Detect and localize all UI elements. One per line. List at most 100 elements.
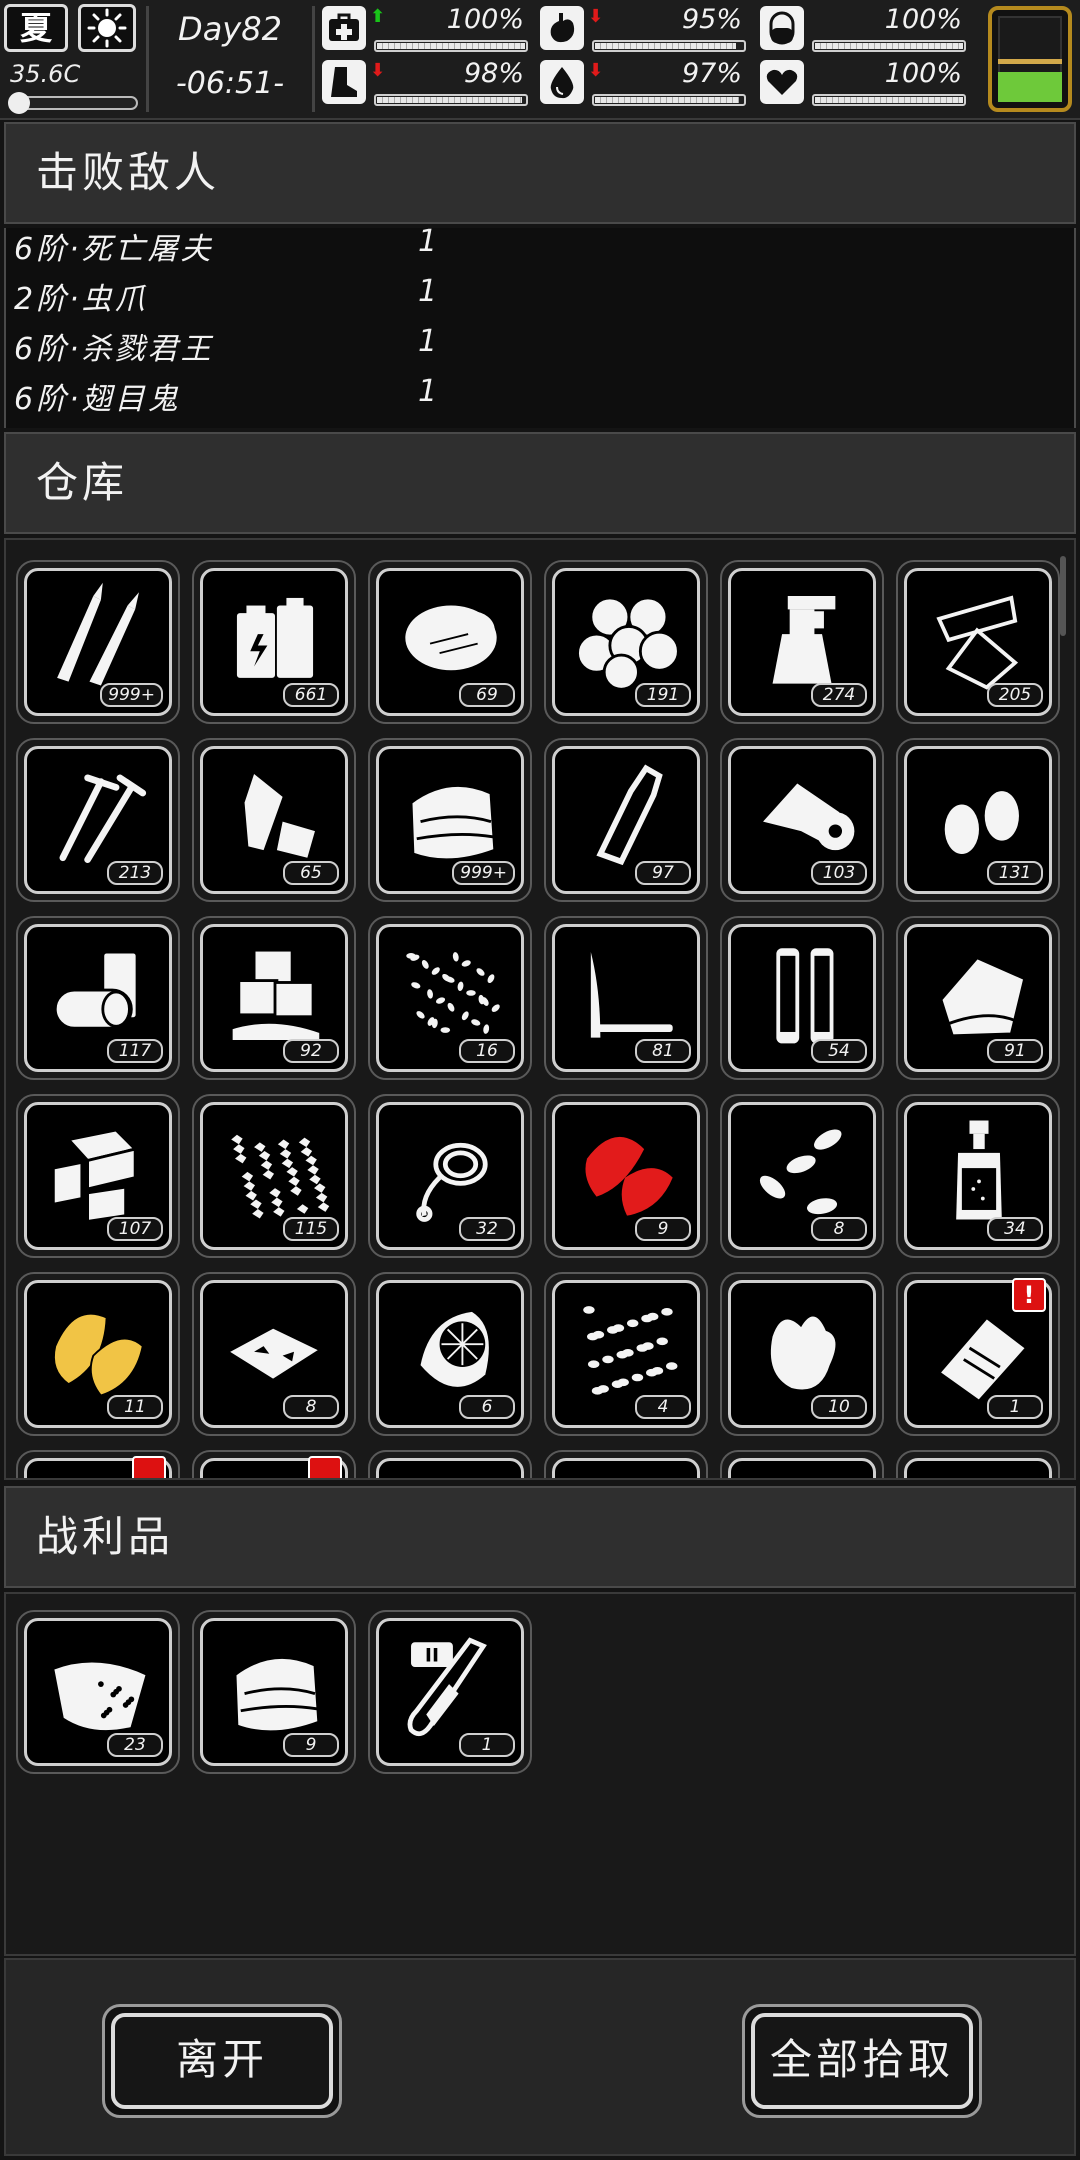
alert-badge-icon: ! — [1012, 1278, 1046, 1312]
enemies-list: 6阶·死亡屠夫 1 2阶·虫爪 1 6阶·杀戮君王 1 6阶·翅目鬼 1 — [4, 228, 1076, 428]
item-quantity: 91 — [987, 1039, 1043, 1063]
item-slot[interactable]: 661 — [192, 560, 356, 724]
item-slot[interactable]: 69 — [368, 560, 532, 724]
item-quantity: 131 — [987, 861, 1043, 885]
item-slot[interactable]: 10 — [720, 1272, 884, 1436]
item-quantity: 999+ — [452, 861, 515, 885]
enemy-row: 6阶·翅目鬼 1 — [14, 374, 914, 424]
item-slot[interactable]: 32 — [368, 1094, 532, 1258]
stat-bar — [374, 94, 528, 106]
enemy-name: 6阶·死亡屠夫 — [14, 232, 214, 267]
stat-value: 98% — [463, 58, 524, 89]
item-quantity: 4 — [635, 1395, 691, 1419]
item-slot[interactable]: 103 — [720, 738, 884, 902]
item-slot[interactable]: 34 — [896, 1094, 1060, 1258]
item-slot[interactable]: 16 — [368, 916, 532, 1080]
item-slot[interactable]: 1! — [896, 1272, 1060, 1436]
item-quantity: 205 — [987, 683, 1043, 707]
item-quantity: 1 — [987, 1395, 1043, 1419]
item-quantity: 54 — [811, 1039, 867, 1063]
item-slot[interactable]: 97 — [544, 738, 708, 902]
item-quantity: 92 — [283, 1039, 339, 1063]
stat-bar — [812, 40, 966, 52]
stat-bar — [592, 94, 746, 106]
arrow-down-icon: ⬇ — [588, 60, 604, 81]
item-slot[interactable]: 92 — [192, 916, 356, 1080]
item-slot[interactable] — [896, 1450, 1060, 1478]
item-slot[interactable]: II 1 — [368, 1610, 532, 1774]
storage-header: 仓库 — [4, 432, 1076, 534]
stat-bar — [592, 40, 746, 52]
alert-badge-icon — [308, 1456, 342, 1478]
item-slot[interactable]: 117 — [16, 916, 180, 1080]
item-slot[interactable] — [368, 1450, 532, 1478]
stat-stamina: ⬇ 98% — [322, 58, 532, 108]
item-quantity: 65 — [283, 861, 339, 885]
divider — [312, 6, 315, 112]
item-quantity: 274 — [811, 683, 867, 707]
item-quantity: 117 — [107, 1039, 163, 1063]
item-quantity: 8 — [811, 1217, 867, 1241]
item-slot[interactable]: 213 — [16, 738, 180, 902]
item-slot[interactable]: 205 — [896, 560, 1060, 724]
item-slot[interactable]: 81 — [544, 916, 708, 1080]
stat-mood: 100% — [760, 58, 970, 108]
stat-value: 95% — [681, 4, 742, 35]
item-slot[interactable]: 6 — [368, 1272, 532, 1436]
water-drop-icon — [540, 60, 584, 104]
scrollbar[interactable] — [1060, 556, 1066, 636]
item-quantity: 34 — [987, 1217, 1043, 1241]
enemy-row: 6阶·死亡屠夫 1 — [14, 228, 914, 274]
item-quantity: 16 — [459, 1039, 515, 1063]
item-slot[interactable]: 91 — [896, 916, 1060, 1080]
item-slot[interactable]: 999+ — [16, 560, 180, 724]
leave-button-label: 离开 — [111, 2013, 333, 2109]
item-quantity: 103 — [811, 861, 867, 885]
divider — [146, 6, 149, 112]
battery-icon[interactable] — [988, 6, 1072, 112]
season-indicator: 夏 — [4, 4, 68, 52]
loot-grid[interactable]: 23 9 II 1 — [4, 1592, 1076, 1956]
item-slot[interactable] — [16, 1450, 180, 1478]
item-slot[interactable]: 274 — [720, 560, 884, 724]
enemy-count: 1 — [418, 228, 438, 259]
item-slot[interactable]: 191 — [544, 560, 708, 724]
item-slot[interactable]: 8 — [720, 1094, 884, 1258]
alert-badge-icon — [132, 1456, 166, 1478]
storage-grid[interactable]: 999+ 661 69 191 274 205 213 65 999+ 97 103 131 117 92… — [4, 538, 1076, 1480]
item-quantity: 213 — [107, 861, 163, 885]
boot-icon — [322, 60, 366, 104]
medkit-icon — [322, 6, 366, 50]
stat-medicine: 100% — [760, 4, 970, 54]
item-slot[interactable]: 9 — [192, 1610, 356, 1774]
item-slot[interactable]: 65 — [192, 738, 356, 902]
heart-icon — [760, 60, 804, 104]
item-slot[interactable]: 11 — [16, 1272, 180, 1436]
item-quantity: 107 — [107, 1217, 163, 1241]
stat-bar — [812, 94, 966, 106]
item-slot[interactable] — [544, 1450, 708, 1478]
item-slot[interactable]: 9 — [544, 1094, 708, 1258]
item-slot[interactable]: 54 — [720, 916, 884, 1080]
enemy-count: 1 — [418, 324, 438, 359]
enemy-name: 6阶·杀戮君王 — [14, 332, 214, 367]
take-all-button[interactable]: 全部拾取 — [742, 2004, 982, 2118]
arrow-up-icon: ⬆ — [370, 6, 386, 27]
stat-thirst: ⬇ 97% — [540, 58, 750, 108]
item-slot[interactable]: 107 — [16, 1094, 180, 1258]
item-slot[interactable]: 115 — [192, 1094, 356, 1258]
leave-button[interactable]: 离开 — [102, 2004, 342, 2118]
svg-text:II: II — [425, 1644, 439, 1666]
stat-value: 100% — [884, 58, 962, 89]
item-quantity: 69 — [459, 683, 515, 707]
temperature-value: 35.6C — [10, 60, 81, 88]
item-slot[interactable]: 131 — [896, 738, 1060, 902]
item-slot[interactable]: 4 — [544, 1272, 708, 1436]
item-slot[interactable] — [720, 1450, 884, 1478]
item-slot[interactable]: 8 — [192, 1272, 356, 1436]
arrow-down-icon: ⬇ — [588, 6, 604, 27]
item-slot[interactable]: 999+ — [368, 738, 532, 902]
item-slot[interactable]: 23 — [16, 1610, 180, 1774]
temperature-gauge — [8, 92, 138, 114]
item-slot[interactable] — [192, 1450, 356, 1478]
